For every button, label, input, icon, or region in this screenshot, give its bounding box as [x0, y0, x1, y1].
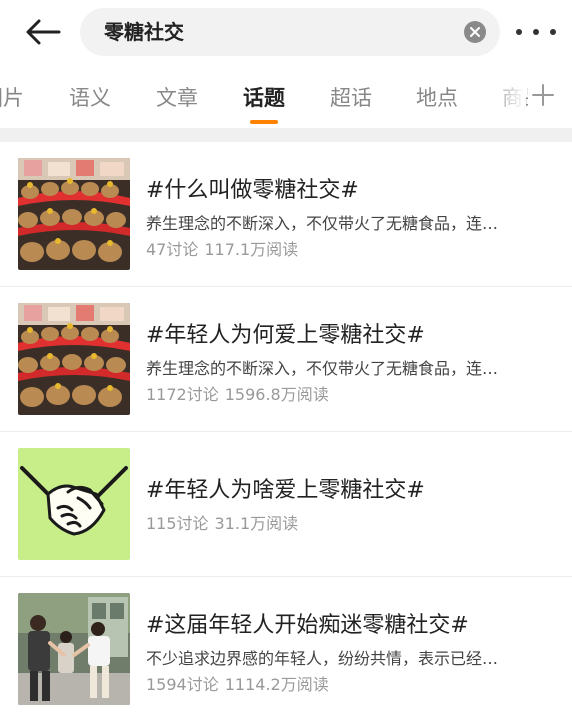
close-icon [470, 27, 480, 37]
topic-thumbnail [18, 158, 130, 270]
read-count: 117.1万阅读 [204, 240, 299, 259]
discussion-count: 1594讨论 [146, 675, 219, 694]
topic-description: 养生理念的不断深入，不仅带火了无糖食品，连… [146, 214, 499, 233]
topic-title: #年轻人为何爱上零糖社交# [146, 323, 425, 348]
list-item[interactable]: #这届年轻人开始痴迷零糖社交# 不少追求边界感的年轻人，纷纷共情，表示已经… 1… [0, 577, 572, 721]
plus-icon [532, 84, 554, 106]
tab-articles[interactable]: 文章 [156, 84, 198, 112]
more-options-button[interactable] [516, 20, 556, 44]
tab-images[interactable]: 图片 [0, 84, 24, 112]
back-button[interactable] [22, 14, 64, 50]
tab-topics[interactable]: 话题 [243, 84, 285, 112]
list-item[interactable]: #年轻人为啥爱上零糖社交# 115讨论 31.1万阅读 [0, 432, 572, 576]
topic-stats: 47讨论 117.1万阅读 [146, 236, 298, 260]
search-input[interactable]: 零糖社交 [80, 8, 500, 56]
search-query-text: 零糖社交 [104, 20, 184, 44]
read-count: 1114.2万阅读 [224, 675, 329, 694]
dot-icon [550, 29, 556, 35]
add-tab-button[interactable] [528, 80, 558, 110]
topic-title: #什么叫做零糖社交# [146, 178, 359, 203]
read-count: 1596.8万阅读 [224, 385, 329, 404]
list-item[interactable]: #年轻人为何爱上零糖社交# 养生理念的不断深入，不仅带火了无糖食品，连… 117… [0, 287, 572, 431]
top-bar: 零糖社交 [0, 0, 572, 64]
active-tab-indicator [250, 120, 278, 124]
discussion-count: 47讨论 [146, 240, 199, 259]
topic-stats: 1594讨论 1114.2万阅读 [146, 671, 329, 695]
tab-semantic[interactable]: 语义 [69, 84, 111, 112]
capybara-display-image [18, 303, 130, 415]
discussion-count: 1172讨论 [146, 385, 219, 404]
topic-thumbnail [18, 593, 130, 705]
back-arrow-icon [26, 19, 61, 45]
tab-super-topics[interactable]: 超话 [330, 84, 372, 112]
section-divider [0, 128, 572, 142]
topic-description: 不少追求边界感的年轻人，纷纷共情，表示已经… [146, 649, 499, 668]
tabs-fade-overlay [486, 66, 526, 128]
topic-thumbnail [18, 448, 130, 560]
topic-title: #这届年轻人开始痴迷零糖社交# [146, 613, 469, 638]
topic-thumbnail [18, 303, 130, 415]
topic-stats: 115讨论 31.1万阅读 [146, 510, 298, 534]
read-count: 31.1万阅读 [214, 514, 299, 533]
capybara-display-image [18, 158, 130, 270]
handshake-icon [18, 448, 130, 560]
topic-title: #年轻人为啥爱上零糖社交# [146, 478, 425, 503]
discussion-count: 115讨论 [146, 514, 209, 533]
tab-places[interactable]: 地点 [416, 84, 458, 112]
dot-icon [533, 29, 539, 35]
clear-search-button[interactable] [464, 21, 486, 43]
people-photo-image [18, 593, 130, 705]
topic-stats: 1172讨论 1596.8万阅读 [146, 381, 329, 405]
list-item[interactable]: #什么叫做零糖社交# 养生理念的不断深入，不仅带火了无糖食品，连… 47讨论 11… [0, 142, 572, 286]
dot-icon [516, 29, 522, 35]
topic-description: 养生理念的不断深入，不仅带火了无糖食品，连… [146, 359, 499, 378]
